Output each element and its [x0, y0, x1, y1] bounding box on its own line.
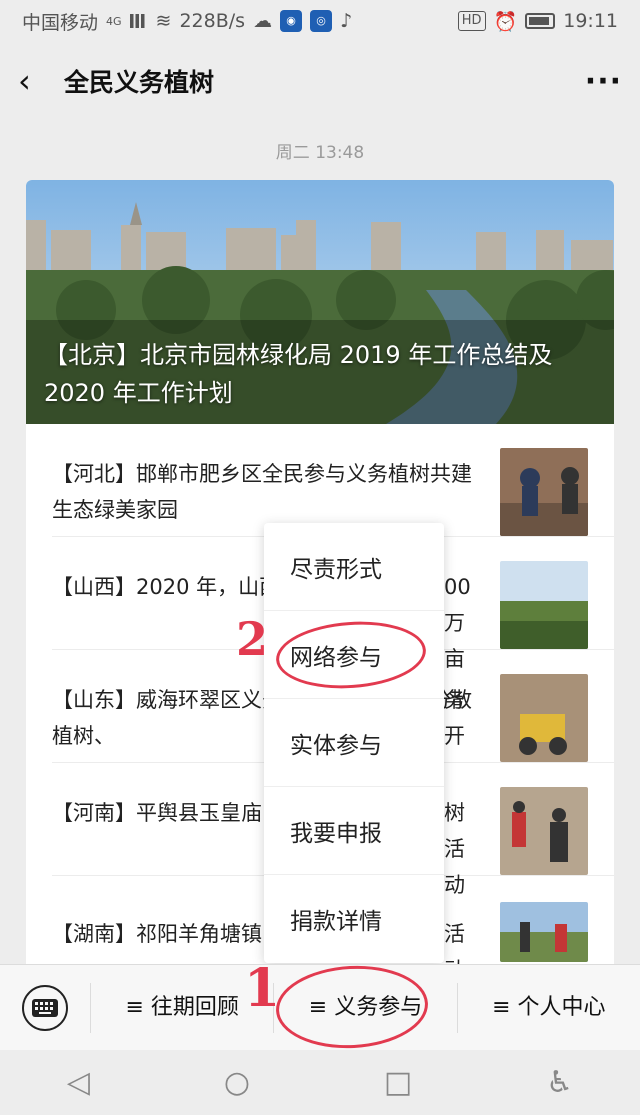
annotation-step-1: 1 — [244, 958, 281, 1019]
article-thumbnail — [500, 674, 588, 762]
popup-menu: 尽责形式 网络参与 实体参与 我要申报 捐款详情 — [264, 523, 444, 963]
menu-item-physical-participation[interactable]: 实体参与 — [264, 699, 444, 787]
hero-article[interactable]: 【北京】北京市园林绿化局 2019 年工作总结及 2020 年工作计划 — [26, 180, 614, 424]
menu-item-responsibility-form[interactable]: 尽责形式 — [264, 523, 444, 611]
music-icon: ♪ — [340, 10, 353, 32]
top-nav: ‹ 全民义务植树 ··· — [0, 42, 640, 120]
status-bar: 中国移动 4G ≋ 228B/s ☁ ◉ ◎ ♪ HD ⏰ 19:11 — [0, 0, 640, 42]
article-item[interactable]: 【河北】邯郸市肥乡区全民参与义务植树共建生态绿美家园 — [52, 424, 614, 537]
time-label: 19:11 — [563, 10, 618, 32]
nav-recents-icon[interactable]: □ — [384, 1065, 412, 1100]
system-nav-bar: ◁ ○ □ ♿ — [0, 1050, 640, 1115]
more-icon[interactable]: ··· — [585, 64, 622, 99]
page-title: 全民义务植树 — [64, 68, 215, 97]
article-title-tail: 务开 — [444, 688, 465, 748]
speed-label: 228B/s — [179, 10, 246, 32]
carrier-label: 中国移动 — [22, 11, 99, 34]
cloud-icon: ☁ — [253, 10, 273, 32]
menu-item-donation-details[interactable]: 捐款详情 — [264, 875, 444, 963]
nav-back-icon[interactable]: ◁ — [67, 1065, 90, 1100]
network-label: 4G — [106, 14, 122, 28]
annotation-step-2: 2 — [236, 612, 269, 666]
article-thumbnail — [500, 448, 588, 536]
alarm-icon: ⏰ — [493, 10, 518, 33]
keyboard-toggle[interactable] — [0, 984, 90, 1031]
menu-item-report[interactable]: 我要申报 — [264, 787, 444, 875]
signal-icon — [129, 14, 148, 28]
message-timestamp: 周二 13:48 — [275, 143, 365, 163]
article-thumbnail — [500, 787, 588, 875]
article-title: 【河北】邯郸市肥乡区全民参与义务植树共建生态绿美家园 — [52, 462, 472, 522]
nav-home-icon[interactable]: ○ — [224, 1065, 250, 1100]
hero-title: 【北京】北京市园林绿化局 2019 年工作总结及 2020 年工作计划 — [44, 341, 553, 407]
tab-personal-center[interactable]: ≡ 个人中心 — [456, 982, 640, 1033]
accessibility-icon[interactable]: ♿ — [546, 1065, 573, 1100]
article-title-tail: 活动 — [444, 922, 465, 970]
back-arrow-icon[interactable]: ‹ — [18, 62, 58, 100]
hd-badge: HD — [457, 11, 486, 31]
keyboard-icon — [22, 984, 68, 1031]
battery-icon — [525, 13, 556, 29]
eye-app-icon: ◎ — [310, 10, 333, 32]
app-notification-icon: ◉ — [280, 10, 303, 32]
article-thumbnail — [500, 561, 588, 649]
wifi-icon: ≋ — [155, 10, 172, 32]
article-thumbnail — [500, 902, 588, 962]
